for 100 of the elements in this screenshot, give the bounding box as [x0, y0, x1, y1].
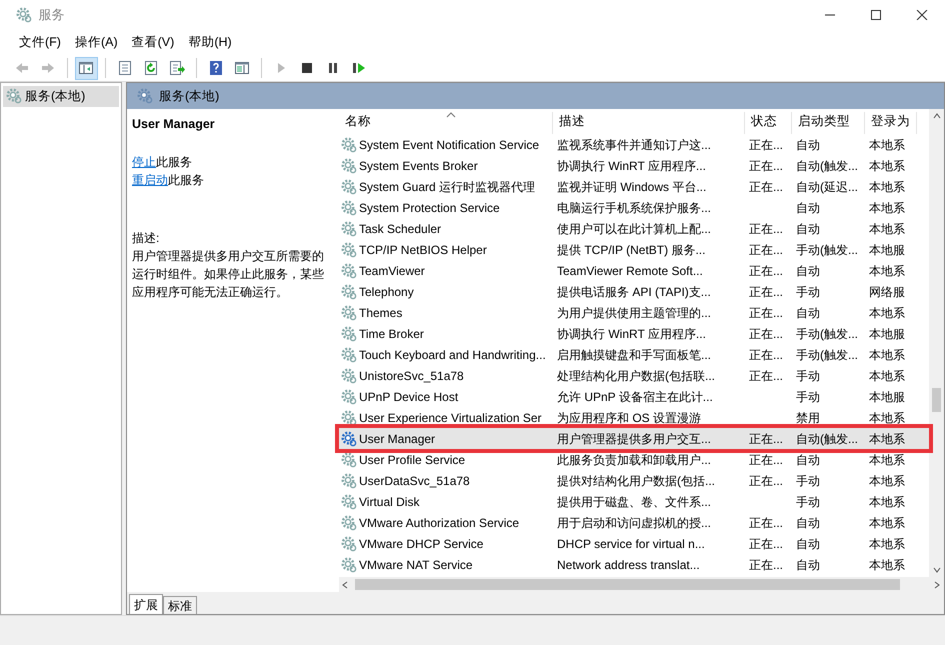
column-header[interactable]: 状态: [745, 112, 792, 134]
table-cell: 禁用: [796, 410, 820, 424]
table-row[interactable]: User Experience Virtualization Ser 为应用程序和 OS 设置漫游 禁用 本地系: [339, 407, 929, 428]
menu-item[interactable]: 文件(F): [12, 31, 68, 54]
table-row[interactable]: UserDataSvc_51a78 提供对结构化用户数据(包括... 正在... 手动 本地系: [339, 470, 929, 491]
table-cell: 正在...: [749, 326, 784, 340]
menu-item[interactable]: 操作(A): [68, 31, 125, 54]
service-icon: [341, 136, 357, 152]
table-cell: 网络服: [869, 284, 905, 298]
table-cell: 本地系: [869, 536, 905, 550]
table-cell: 自动(延迟...: [796, 180, 858, 194]
table-row[interactable]: TeamViewer TeamViewer Remote Soft... 正在... 自动 本地系: [339, 260, 929, 281]
table-cell: 正在...: [749, 306, 784, 320]
table-cell: 本地系: [869, 474, 905, 488]
action-text: 重启动此服务: [132, 172, 205, 190]
service-icon: [341, 514, 357, 530]
table-row[interactable]: UPnP Device Host 允许 UPnP 设备宿主在此计... 手动 本地服: [339, 386, 929, 407]
table-row[interactable]: System Protection Service 电脑运行手机系统保护服务... 自动 本地系: [339, 197, 929, 218]
table-row[interactable]: VMware DHCP Service DHCP service for virtual n... 正在... 自动 本地系: [339, 533, 929, 554]
table-cell: 自动: [796, 516, 820, 530]
toolbar-button[interactable]: [74, 56, 98, 80]
table-row[interactable]: VMware Authorization Service 用于启动和访问虚拟机的授... 正在... 自动 本地系: [339, 512, 929, 533]
service-name: TeamViewer: [359, 262, 425, 280]
table-row[interactable]: TCP/IP NetBIOS Helper 提供 TCP/IP (NetBT) 服务... 正在... 手动(触发... 本地服: [339, 239, 929, 260]
column-header[interactable]: 启动类型: [792, 112, 865, 134]
service-icon: [341, 410, 357, 426]
scroll-thumb[interactable]: [932, 388, 941, 412]
column-header[interactable]: 描述: [553, 112, 745, 134]
table-row[interactable]: Touch Keyboard and Handwriting... 启用触摸键盘和手写面板笔... 正在... 手动(触发... 本地系: [339, 344, 929, 365]
table-cell: 正在...: [749, 222, 784, 236]
action-text: 停止此服务: [132, 154, 193, 172]
table-cell: 正在...: [749, 284, 784, 298]
table-cell: 本地服: [869, 326, 905, 340]
table-cell: 自动: [796, 536, 820, 550]
table-row[interactable]: UnistoreSvc_51a78 处理结构化用户数据(包括联... 正在... 手动 本地系: [339, 365, 929, 386]
service-icon: [341, 556, 357, 572]
table-row[interactable]: Time Broker 协调执行 WinRT 应用程序... 正在... 手动(触发... 本地服: [339, 323, 929, 344]
scroll-thumb[interactable]: [355, 579, 900, 590]
table-cell: DHCP service for virtual n...: [557, 536, 705, 550]
action-link[interactable]: 重启动: [132, 173, 168, 188]
table-cell: 提供用于磁盘、卷、文件系...: [557, 494, 712, 508]
description-text: 用户管理器提供多用户交互所需要的运行时组件。如果停止此服务，某些应用程序可能无法正确运行。: [132, 248, 325, 302]
window-title: 服务: [38, 6, 64, 24]
service-name: VMware DHCP Service: [359, 536, 484, 552]
table-cell: 自动: [796, 306, 820, 320]
service-icon: [341, 472, 357, 488]
table-cell: 正在...: [749, 474, 784, 488]
horizontal-scrollbar[interactable]: [339, 577, 944, 592]
forward-arrow-icon: [40, 60, 56, 76]
table-cell: 处理结构化用户数据(包括联...: [557, 368, 715, 382]
table-cell: 正在...: [749, 452, 784, 466]
table-cell: 提供 TCP/IP (NetBT) 服务...: [557, 242, 706, 256]
service-icon: [341, 388, 357, 404]
table-cell: 本地系: [869, 306, 905, 320]
service-icon: [341, 178, 357, 194]
table-cell: 监视并证明 Windows 平台...: [557, 180, 706, 194]
tree-item[interactable]: 服务(本地): [3, 86, 119, 107]
table-cell: 提供电话服务 API (TAPI)支...: [557, 284, 711, 298]
table-row[interactable]: VMware NAT Service Network address translat... 正在... 自动 本地系: [339, 554, 929, 575]
column-header[interactable]: 登录为: [865, 112, 917, 134]
view-panel-icon: [234, 60, 250, 76]
table-row[interactable]: Task Scheduler 使用户可以在此计算机上配... 正在... 自动 本地系: [339, 218, 929, 239]
service-name: Task Scheduler: [359, 220, 442, 238]
view-tab[interactable]: 扩展: [129, 594, 163, 614]
table-row[interactable]: Virtual Disk 提供用于磁盘、卷、文件系... 手动 本地系: [339, 491, 929, 512]
table-row[interactable]: System Events Broker 协调执行 WinRT 应用程序... 正在... 自动(触发... 本地系: [339, 155, 929, 176]
pane-title: 服务(本地): [159, 88, 220, 105]
table-cell: 允许 UPnP 设备宿主在此计...: [557, 390, 713, 404]
table-cell: 正在...: [749, 138, 784, 152]
table-cell: 本地系: [869, 558, 905, 572]
vertical-scrollbar[interactable]: [929, 109, 944, 577]
table-row[interactable]: Telephony 提供电话服务 API (TAPI)支... 正在... 手动 网络服: [339, 281, 929, 302]
table-cell: 正在...: [749, 242, 784, 256]
console-tree-icon: [78, 60, 94, 76]
table-row[interactable]: System Event Notification Service 监视系统事件并通知订户这... 正在... 自动 本地系: [339, 134, 929, 155]
table-cell: 手动: [796, 474, 820, 488]
service-icon: [341, 430, 357, 446]
service-name: System Protection Service: [359, 200, 500, 216]
menu-item[interactable]: 查看(V): [124, 31, 182, 54]
table-row[interactable]: User Manager 用户管理器提供多用户交互... 正在... 自动(触发... 本地系: [339, 428, 929, 449]
action-link[interactable]: 停止: [132, 155, 156, 170]
table-cell: 正在...: [749, 264, 784, 278]
table-row[interactable]: User Profile Service 此服务负责加载和卸载用户... 正在... 自动 本地系: [339, 449, 929, 470]
table-cell: 为用户提供使用主题管理的...: [557, 306, 712, 320]
menu-item[interactable]: 帮助(H): [181, 31, 239, 54]
table-cell: 自动: [796, 138, 820, 152]
column-header[interactable]: 名称: [339, 112, 553, 134]
view-tab[interactable]: 标准: [163, 596, 197, 614]
table-cell: 本地系: [869, 516, 905, 530]
table-cell: 使用户可以在此计算机上配...: [557, 222, 712, 236]
table-cell: 本地系: [869, 180, 905, 194]
service-name: User Manager: [359, 430, 436, 448]
service-icon: [341, 242, 357, 258]
table-row[interactable]: System Guard 运行时监视器代理 监视并证明 Windows 平台... 正在... 自动(延迟... 本地系: [339, 176, 929, 197]
table-cell: 正在...: [749, 368, 784, 382]
table-cell: 正在...: [749, 348, 784, 362]
service-icon: [341, 158, 357, 174]
table-cell: 正在...: [749, 558, 784, 572]
table-row[interactable]: Themes 为用户提供使用主题管理的... 正在... 自动 本地系: [339, 302, 929, 323]
service-name: Telephony: [359, 284, 414, 300]
